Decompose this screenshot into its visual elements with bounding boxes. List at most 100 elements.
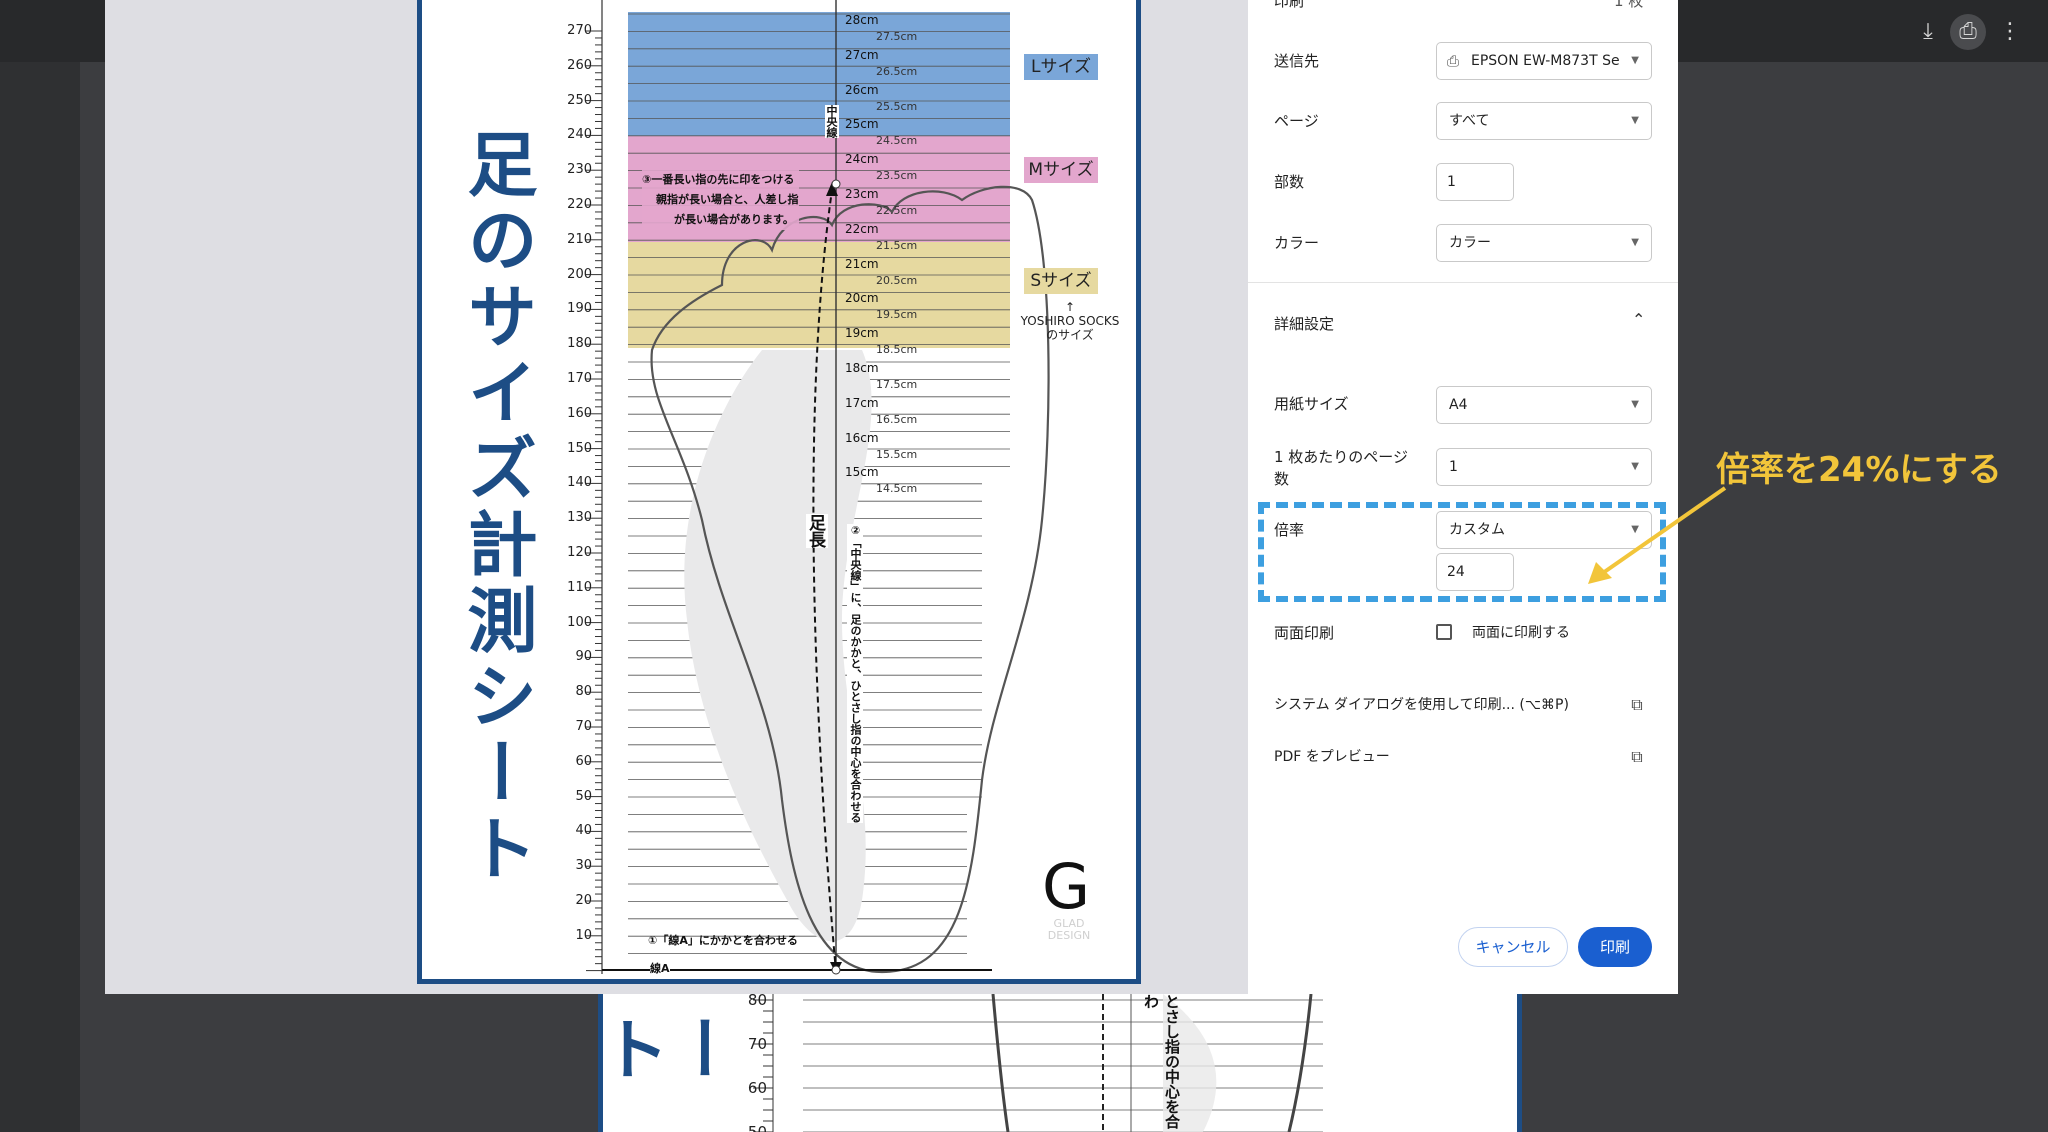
open-external-icon[interactable]: ⧉ bbox=[1628, 748, 1646, 766]
copies-input[interactable]: 1 bbox=[1436, 163, 1514, 201]
system-dialog-link[interactable]: システム ダイアログを使用して印刷... (⌥⌘P) bbox=[1274, 694, 1569, 716]
ruler-label: 160 bbox=[567, 405, 592, 421]
color-select[interactable]: カラー ▼ bbox=[1436, 224, 1652, 262]
cm-minor-label: 24.5cm bbox=[876, 134, 918, 148]
l-size-band bbox=[628, 12, 1010, 136]
page2-ruler-label: 50 bbox=[747, 1123, 767, 1132]
pages-per-sheet-label: 1 枚あたりのページ 数 bbox=[1274, 446, 1408, 490]
ruler-label: 220 bbox=[567, 197, 592, 212]
ruler-label: 210 bbox=[567, 231, 592, 247]
ruler-label: 70 bbox=[575, 719, 592, 734]
line-a-label: 線A bbox=[650, 960, 670, 976]
print-button[interactable]: 印刷 bbox=[1578, 927, 1652, 967]
download-icon[interactable]: ⤓ bbox=[1914, 18, 1942, 46]
cm-minor-label: 22.5cm bbox=[876, 204, 918, 217]
preview-page-2: ート とさし指の中心を合わ 80 70 60 50 bbox=[598, 994, 1522, 1132]
cm-minor-label: 26.5cm bbox=[876, 64, 918, 78]
duplex-checkbox-label[interactable]: 両面に印刷する bbox=[1472, 622, 1570, 644]
chevron-down-icon: ▼ bbox=[1631, 55, 1639, 66]
ruler-label: 270 bbox=[567, 23, 592, 38]
pages-per-sheet-label-1: 1 枚あたりのページ bbox=[1274, 448, 1409, 466]
ruler-label: 240 bbox=[567, 127, 592, 143]
cm-minor-label: 27.5cm bbox=[876, 30, 918, 43]
chevron-up-icon[interactable]: ⌃ bbox=[1632, 310, 1645, 329]
cm-minor-label: 20.5cm bbox=[876, 273, 918, 287]
ruler-label: 230 bbox=[567, 162, 592, 178]
size-l-label: Lサイズ bbox=[1024, 54, 1098, 80]
chevron-down-icon: ▼ bbox=[1631, 115, 1639, 126]
paper-size-select[interactable]: A4 ▼ bbox=[1436, 386, 1652, 424]
ruler-label: 130 bbox=[567, 510, 592, 526]
more-settings-toggle[interactable]: 詳細設定 bbox=[1274, 313, 1334, 335]
foot-length-label: 足長 bbox=[805, 514, 828, 548]
annotation-arrow bbox=[1588, 486, 1727, 584]
page2-ruler-label: 60 bbox=[747, 1079, 767, 1097]
duplex-checkbox[interactable] bbox=[1436, 624, 1452, 640]
open-external-icon[interactable]: ⧉ bbox=[1628, 696, 1646, 714]
page2-graphics bbox=[753, 994, 1323, 1132]
cm-major-label: 23cm bbox=[845, 187, 879, 201]
cm-major-label: 19cm bbox=[845, 326, 879, 341]
cm-major-label: 15cm bbox=[845, 465, 879, 480]
cm-minor-label: 14.5cm bbox=[876, 482, 918, 496]
side-note-line1: YOSHIRO SOCKS bbox=[1020, 314, 1120, 328]
cm-major-label: 17cm bbox=[845, 395, 879, 410]
logo-letter: G bbox=[1042, 850, 1091, 923]
pdf-preview-link[interactable]: PDF をプレビュー bbox=[1274, 746, 1390, 768]
heel-mark bbox=[831, 965, 841, 975]
chevron-down-icon: ▼ bbox=[1631, 399, 1639, 410]
ruler-label: 260 bbox=[567, 57, 592, 73]
instruction-2: ②「中央線」に、足のかかと、ひとさし指の中心を合わせる bbox=[847, 524, 863, 823]
instruction-3: ③一番長い指の先に印をつける 親指が長い場合と、人差し指 が長い場合があります。 bbox=[642, 170, 799, 230]
ruler-label: 30 bbox=[575, 858, 592, 874]
center-line-label: 中央線 bbox=[825, 105, 839, 138]
ruler-label: 60 bbox=[575, 753, 592, 769]
color-label: カラー bbox=[1274, 234, 1320, 252]
side-note: ↑ YOSHIRO SOCKS のサイズ bbox=[1016, 300, 1124, 342]
side-note-arrow: ↑ bbox=[1064, 300, 1076, 314]
ruler-label: 150 bbox=[567, 440, 592, 456]
instruction-3-line2: 親指が長い場合と、人差し指 bbox=[656, 193, 799, 206]
ruler-label: 10 bbox=[575, 927, 592, 943]
side-note-line2: のサイズ bbox=[1046, 328, 1094, 342]
pages-label: ページ bbox=[1274, 112, 1319, 130]
destination-select[interactable]: ⎙ EPSON EW-M873T Se ▼ bbox=[1436, 42, 1652, 80]
ruler-label: 190 bbox=[567, 301, 592, 317]
cm-minor-label: 18.5cm bbox=[876, 343, 918, 357]
paper-size-label: 用紙サイズ bbox=[1274, 395, 1349, 413]
instruction-1: ①「線A」にかかとを合わせる bbox=[648, 934, 798, 947]
cm-major-label: 25cm bbox=[845, 117, 879, 132]
sheet-count: 1 枚 bbox=[1614, 0, 1644, 10]
pages-per-sheet-value: 1 bbox=[1449, 459, 1458, 475]
cm-minor-label: 21.5cm bbox=[876, 238, 918, 252]
ruler-label: 90 bbox=[575, 649, 592, 665]
viewer-left-gutter bbox=[0, 62, 80, 1132]
pages-per-sheet-label-2: 数 bbox=[1274, 470, 1290, 488]
page-title: 足のサイズ計測シート bbox=[456, 128, 538, 888]
cm-major-label: 16cm bbox=[845, 430, 879, 445]
pages-select[interactable]: すべて ▼ bbox=[1436, 102, 1652, 140]
printer-icon: ⎙ bbox=[1447, 52, 1460, 70]
page2-instruction-fragment: とさし指の中心を合わ bbox=[1142, 994, 1181, 1129]
cm-major-label: 27cm bbox=[845, 47, 879, 62]
ruler-label: 80 bbox=[575, 684, 592, 700]
cm-minor-label: 16.5cm bbox=[876, 412, 918, 426]
page2-ruler-label: 80 bbox=[747, 994, 767, 1009]
cm-major-label: 18cm bbox=[845, 361, 879, 375]
paper-size-value: A4 bbox=[1449, 397, 1468, 413]
preview-page-1: 足のサイズ計測シート 270 260 250 240 230 220 210 200 190 18… bbox=[417, 0, 1141, 984]
instruction-3-line1: ③一番長い指の先に印をつける bbox=[642, 173, 795, 186]
annotation-text: 倍率を24%にする bbox=[1716, 450, 2002, 490]
cancel-button[interactable]: キャンセル bbox=[1458, 927, 1568, 967]
color-value: カラー bbox=[1449, 235, 1491, 251]
cm-minor-label: 17.5cm bbox=[876, 378, 918, 391]
more-vert-icon[interactable]: ⋮ bbox=[1996, 18, 2024, 46]
print-icon[interactable]: ⎙ bbox=[1954, 18, 1982, 46]
section-divider bbox=[1248, 282, 1678, 283]
cm-major-label: 21cm bbox=[845, 256, 879, 271]
chevron-down-icon: ▼ bbox=[1631, 237, 1639, 248]
page2-ruler-label: 70 bbox=[747, 1035, 767, 1053]
ruler-label: 20 bbox=[575, 893, 592, 908]
size-s-label: Sサイズ bbox=[1024, 268, 1098, 294]
logo-text-2: DESIGN bbox=[1047, 929, 1091, 942]
